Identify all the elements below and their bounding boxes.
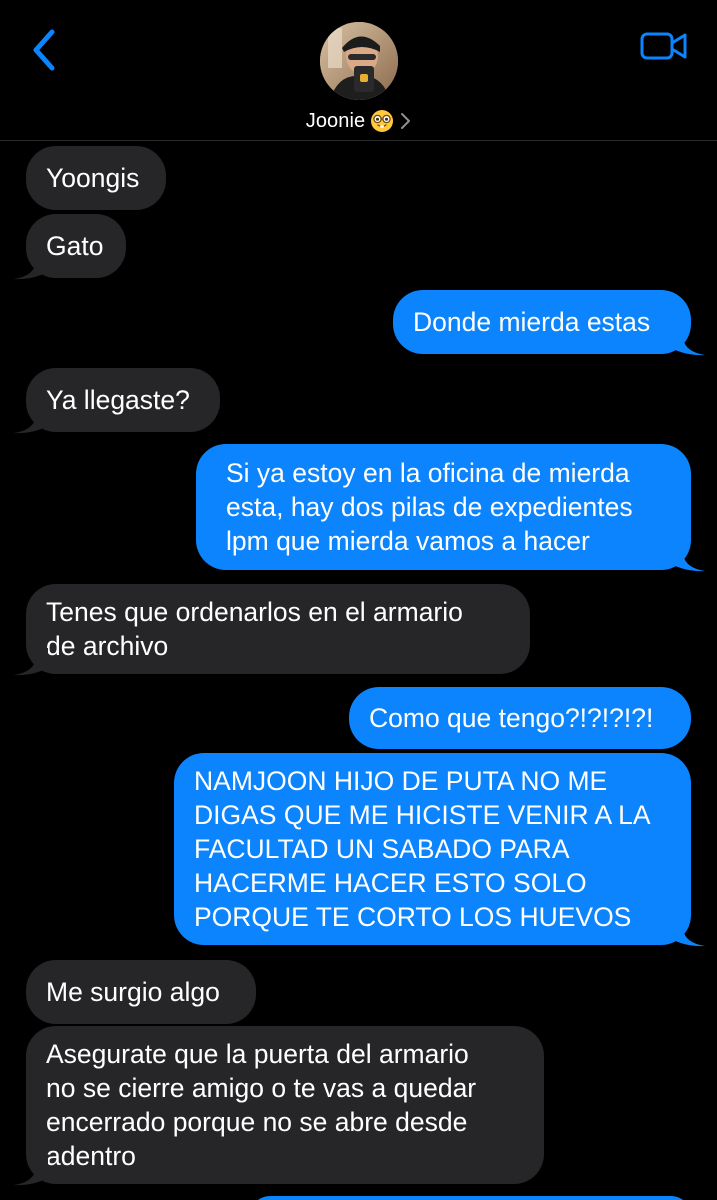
incoming-message[interactable]: Ya llegaste? bbox=[26, 368, 220, 432]
video-camera-icon bbox=[640, 32, 687, 60]
message-text: Gato bbox=[46, 231, 104, 261]
incoming-message[interactable]: Gato bbox=[26, 214, 126, 278]
back-button[interactable] bbox=[24, 26, 64, 74]
message-text: Donde mierda estas bbox=[413, 307, 651, 337]
chevron-right-icon bbox=[401, 113, 411, 129]
message-text: NAMJOON HIJO DE PUTA NO ME DIGAS QUE ME … bbox=[194, 766, 651, 932]
outgoing-message[interactable]: Si ya estoy en la oficina de mierda esta… bbox=[196, 444, 691, 570]
avatar[interactable] bbox=[320, 22, 398, 100]
contact-photo bbox=[320, 22, 398, 100]
facetime-button[interactable] bbox=[638, 26, 690, 66]
contact-name: Joonie bbox=[305, 109, 366, 132]
message-text: Si ya estoy en la oficina de mierda esta… bbox=[226, 458, 633, 556]
message-text: Como que tengo?!?!?!?! bbox=[369, 703, 654, 733]
outgoing-message[interactable]: Como que tengo?!?!?!?! bbox=[349, 687, 691, 749]
message-text: Me surgio algo bbox=[46, 977, 220, 1007]
outgoing-message-partial[interactable] bbox=[250, 1196, 691, 1200]
incoming-message[interactable]: Me surgio algo bbox=[26, 960, 256, 1024]
messages-screen: Joonie Yoongis Gato Donde mierda estas Y… bbox=[0, 0, 717, 1200]
incoming-message[interactable]: Tenes que ordenarlos en el armario de ar… bbox=[26, 584, 530, 674]
nerd-face-emoji-icon bbox=[371, 110, 394, 132]
message-text: Ya llegaste? bbox=[46, 385, 190, 415]
chevron-left-icon bbox=[33, 29, 55, 71]
contact-details-link[interactable]: Joonie bbox=[0, 106, 717, 136]
outgoing-message[interactable]: NAMJOON HIJO DE PUTA NO ME DIGAS QUE ME … bbox=[174, 753, 691, 945]
incoming-message[interactable]: Asegurate que la puerta del armario no s… bbox=[26, 1026, 544, 1184]
incoming-message[interactable]: Yoongis bbox=[26, 146, 166, 210]
message-text: Yoongis bbox=[46, 163, 140, 193]
conversation-header: Joonie bbox=[0, 0, 717, 141]
message-text: Tenes que ordenarlos en el armario de ar… bbox=[46, 597, 463, 661]
outgoing-message[interactable]: Donde mierda estas bbox=[393, 290, 691, 354]
message-text: Asegurate que la puerta del armario no s… bbox=[46, 1039, 477, 1171]
